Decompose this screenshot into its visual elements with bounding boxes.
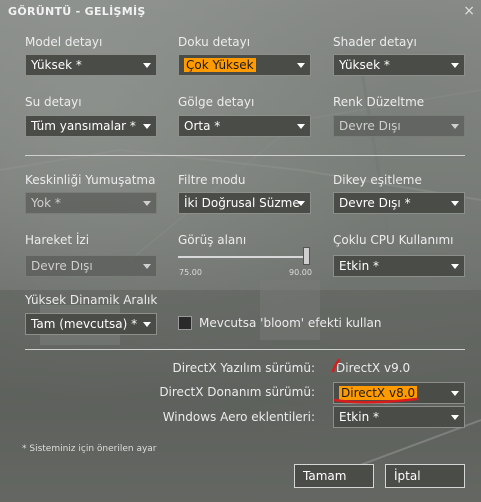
close-icon[interactable]: × <box>463 4 475 18</box>
dx-software-label: DirectX Yazılım sürümü: <box>172 361 315 375</box>
shader-detail-value: Yüksek * <box>339 58 390 72</box>
chevron-down-icon <box>297 63 305 68</box>
antialiasing-value: Yok * <box>31 196 61 210</box>
dx-hardware-label: DirectX Donanım sürümü: <box>159 385 315 399</box>
antialiasing-dropdown[interactable]: Yok * <box>25 192 157 214</box>
aero-dropdown[interactable]: Etkin * <box>333 406 465 428</box>
fov-label: Görüş alanı <box>178 233 247 247</box>
chevron-down-icon <box>143 201 151 206</box>
bloom-label: Mevcutsa 'bloom' efekti kullan <box>199 316 382 330</box>
window-title: GÖRÜNTÜ - GELİŞMİŞ <box>8 5 146 18</box>
multicore-dropdown[interactable]: Etkin * <box>333 255 465 277</box>
antialiasing-label: Keskinliği Yumuşatma <box>25 173 156 187</box>
texture-detail-dropdown[interactable]: Çok Yüksek <box>178 54 311 76</box>
shadow-detail-label: Gölge detayı <box>178 95 255 109</box>
texture-detail-label: Doku detayı <box>178 35 251 49</box>
aero-label: Windows Aero eklentileri: <box>162 410 315 424</box>
fov-min-label: 75.00 <box>179 268 202 277</box>
water-detail-label: Su detayı <box>25 95 82 109</box>
footnote: * Sisteminiz için önerilen ayar <box>22 444 157 454</box>
section-divider <box>25 155 465 156</box>
model-detail-dropdown[interactable]: Yüksek * <box>25 54 157 76</box>
fov-max-label: 90.00 <box>289 268 312 277</box>
red-annotation-mark <box>331 358 419 404</box>
aero-value: Etkin * <box>339 410 379 424</box>
water-detail-dropdown[interactable]: Tüm yansımalar * <box>25 115 157 137</box>
title-bar: GÖRÜNTÜ - GELİŞMİŞ × <box>0 0 481 24</box>
chevron-down-icon <box>143 322 151 327</box>
color-correction-value: Devre Dışı <box>339 119 401 133</box>
motion-blur-dropdown[interactable]: Devre Dışı <box>25 255 157 277</box>
bloom-checkbox[interactable] <box>178 316 192 330</box>
multicore-value: Etkin * <box>339 259 379 273</box>
ok-button[interactable]: Tamam <box>294 464 374 488</box>
water-detail-value: Tüm yansımalar * <box>31 119 136 133</box>
chevron-down-icon <box>451 201 459 206</box>
shadow-detail-value: Orta * <box>184 119 221 133</box>
chevron-down-icon <box>297 124 305 129</box>
section-divider <box>25 349 465 350</box>
vsync-dropdown[interactable]: Devre Dışı * <box>333 192 465 214</box>
chevron-down-icon <box>143 264 151 269</box>
chevron-down-icon <box>451 63 459 68</box>
shader-detail-label: Shader detayı <box>333 35 417 49</box>
model-detail-label: Model detayı <box>25 35 103 49</box>
filtering-value: İki Doğrusal Süzme <box>184 196 300 210</box>
multicore-label: Çoklu CPU Kullanımı <box>333 233 454 247</box>
cancel-button[interactable]: İptal <box>385 464 465 488</box>
fov-slider-thumb[interactable] <box>303 247 310 265</box>
shader-detail-dropdown[interactable]: Yüksek * <box>333 54 465 76</box>
shadow-detail-dropdown[interactable]: Orta * <box>178 115 311 137</box>
hdr-label: Yüksek Dinamik Aralık <box>25 293 158 307</box>
model-detail-value: Yüksek * <box>31 58 82 72</box>
filtering-dropdown[interactable]: İki Doğrusal Süzme <box>178 192 311 214</box>
motion-blur-label: Hareket İzi <box>25 233 90 247</box>
chevron-down-icon <box>451 264 459 269</box>
filtering-label: Filtre modu <box>178 173 246 187</box>
chevron-down-icon <box>143 63 151 68</box>
color-correction-dropdown[interactable]: Devre Dışı <box>333 115 465 137</box>
fov-slider-track[interactable] <box>178 256 310 258</box>
chevron-down-icon <box>451 391 459 396</box>
chevron-down-icon <box>451 415 459 420</box>
color-correction-label: Renk Düzeltme <box>333 95 425 109</box>
motion-blur-value: Devre Dışı <box>31 259 93 273</box>
chevron-down-icon <box>143 124 151 129</box>
vsync-value: Devre Dışı * <box>339 196 411 210</box>
texture-detail-value: Çok Yüksek <box>184 58 256 72</box>
chevron-down-icon <box>297 201 305 206</box>
vsync-label: Dikey eşitleme <box>333 173 422 187</box>
chevron-down-icon <box>451 124 459 129</box>
hdr-value: Tam (mevcutsa) * <box>31 317 138 331</box>
hdr-dropdown[interactable]: Tam (mevcutsa) * <box>25 313 157 335</box>
